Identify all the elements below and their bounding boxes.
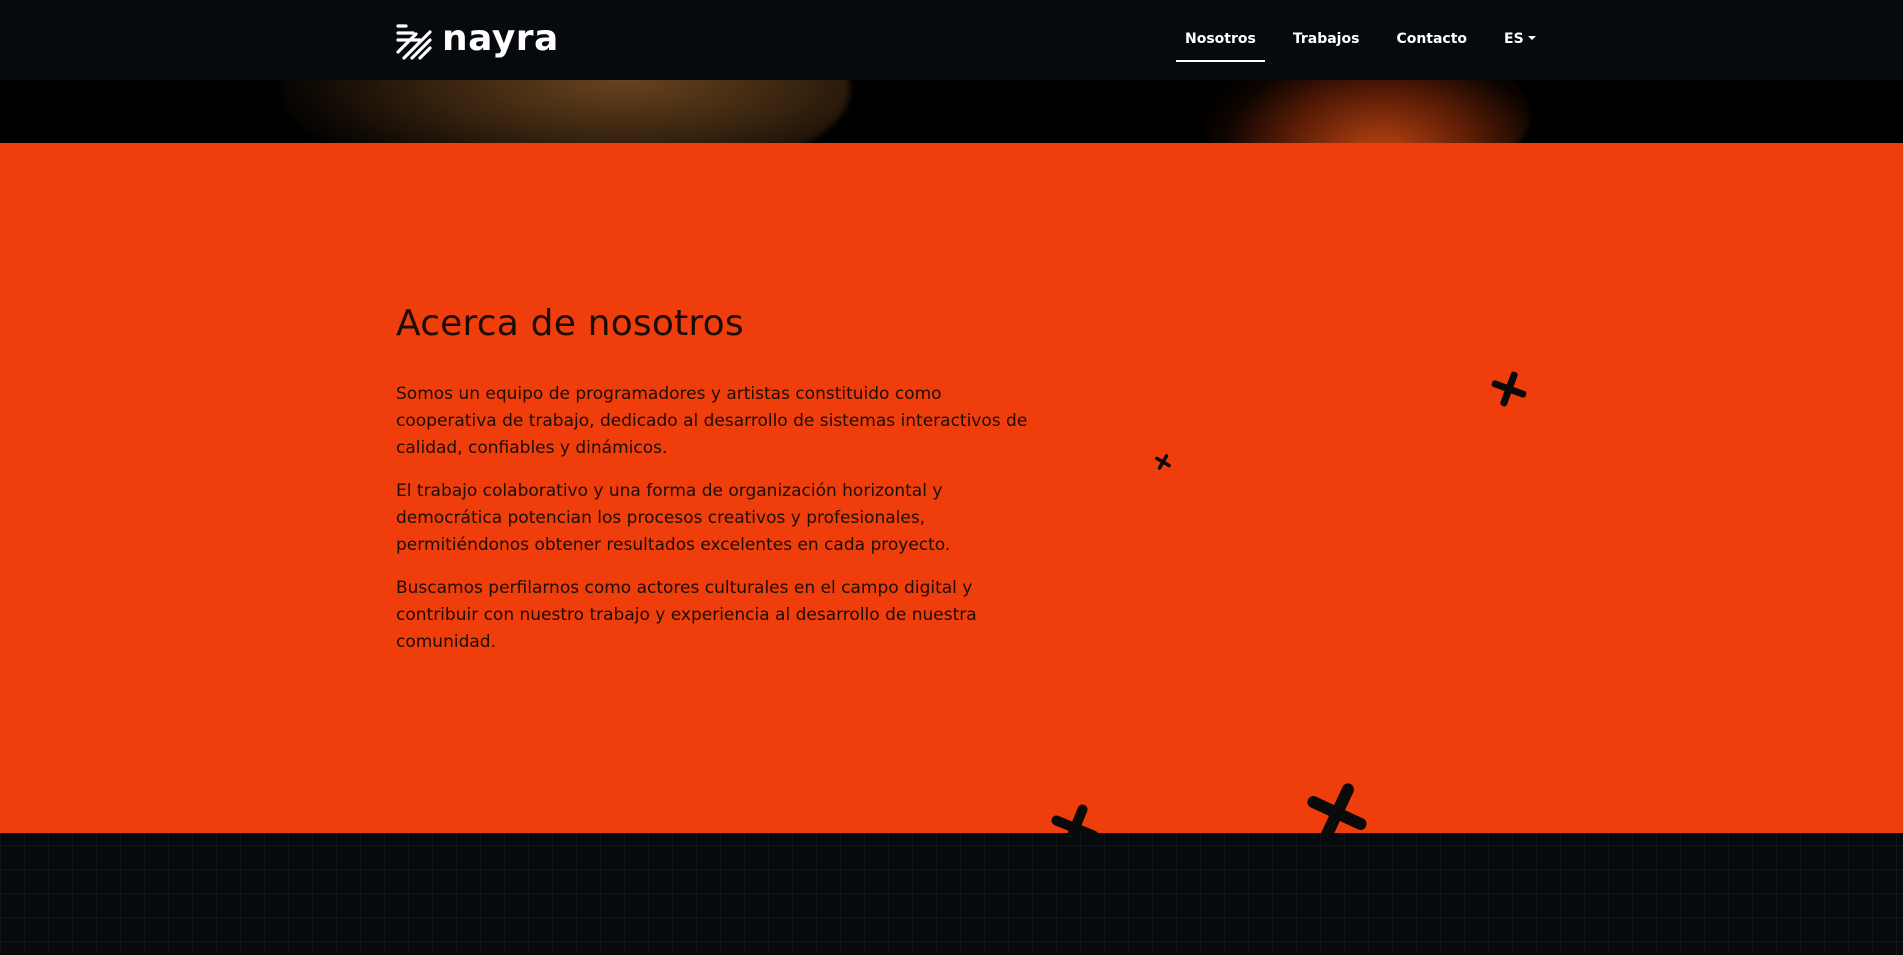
about-paragraph: Buscamos perfilarnos como actores cultur… <box>396 578 977 652</box>
hero-blurred-shape-right <box>1200 80 1530 143</box>
about-text: Somos un equipo de programadores y artis… <box>396 381 1036 672</box>
main-nav: Nosotros Trabajos Contacto ES <box>1176 22 1564 62</box>
nayra-logo-icon <box>396 24 432 60</box>
page: nayra Nosotros Trabajos Contacto ES Acer… <box>0 0 1903 955</box>
about-title: Acerca de nosotros <box>396 303 744 344</box>
caret-down-icon <box>1527 36 1536 40</box>
cross-icon <box>1294 770 1379 833</box>
about-paragraph: Somos un equipo de programadores y artis… <box>396 384 1028 458</box>
about-paragraph: El trabajo colaborativo y una forma de o… <box>396 481 951 555</box>
about-section: Acerca de nosotros Somos un equipo de pr… <box>0 143 1903 833</box>
nav-item-contacto[interactable]: Contacto <box>1387 22 1476 57</box>
nav-item-nosotros[interactable]: Nosotros <box>1176 22 1265 62</box>
language-label: ES <box>1504 31 1524 47</box>
cross-icon <box>1042 795 1107 833</box>
top-navbar: nayra Nosotros Trabajos Contacto ES <box>0 0 1903 80</box>
brand-logo-link[interactable]: nayra <box>396 18 559 60</box>
nav-item-trabajos[interactable]: Trabajos <box>1284 22 1369 57</box>
grid-background-section <box>0 833 1903 955</box>
hero-blurred-shape-left <box>280 80 850 143</box>
hero-image-strip <box>0 80 1903 143</box>
language-dropdown[interactable]: ES <box>1495 22 1545 57</box>
cross-icon <box>1486 366 1532 412</box>
cross-icon <box>1151 450 1176 475</box>
brand-name: nayra <box>442 18 559 59</box>
